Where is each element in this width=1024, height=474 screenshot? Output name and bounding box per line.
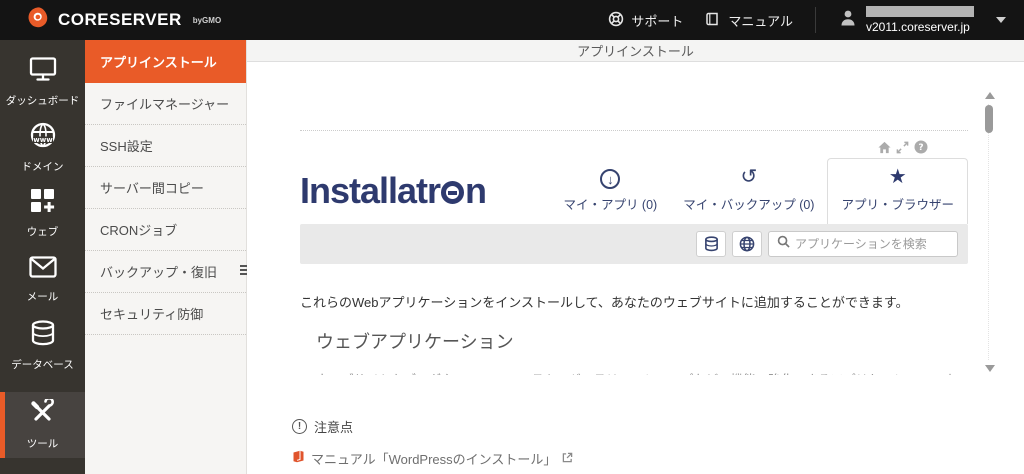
sidebar-item-domain[interactable]: www ドメイン (0, 114, 85, 180)
submenu-item-ssh[interactable]: SSH設定 (85, 125, 246, 167)
dashboard-monitor-icon (28, 55, 58, 88)
installatron-logo-o (441, 181, 465, 204)
brand-suffix: byGMO (192, 15, 222, 25)
installatron-tabs: ↓ マイ・アプリ (0) ↺ マイ・バックアップ (0) ★ アプリ・ブラウザー (550, 158, 968, 224)
scrollbar-track[interactable] (988, 104, 990, 360)
sidebar-item-web[interactable]: ウェブ (0, 180, 85, 246)
support-menu[interactable]: サポート (608, 11, 683, 30)
mail-envelope-icon (28, 255, 58, 284)
topbar-divider (815, 7, 816, 33)
app-browser-toolbar (300, 224, 968, 264)
scroll-up-arrow[interactable] (984, 92, 995, 99)
app-search-box (768, 231, 958, 257)
sidebar-item-label: メール (26, 290, 59, 303)
fullscreen-icon[interactable] (896, 141, 909, 154)
download-circle-icon: ↓ (600, 169, 621, 189)
home-icon[interactable] (878, 141, 891, 154)
scrollbar-thumb[interactable] (985, 105, 993, 133)
icon-sidebar: ダッシュボード www ドメイン ウェブ メール データベース ツール (0, 40, 85, 474)
sidebar-item-label: ドメイン (21, 160, 64, 173)
notes-title: 注意点 (314, 420, 354, 435)
search-icon (777, 235, 790, 253)
tools-submenu: アプリインストール ファイルマネージャー SSH設定 サーバー間コピー CRON… (85, 40, 252, 474)
svg-text:www: www (33, 136, 53, 144)
web-grid-plus-icon (29, 187, 56, 219)
book-icon (705, 11, 721, 30)
iframe-scrollbar[interactable] (984, 92, 995, 372)
submenu-item-file-manager[interactable]: ファイルマネージャー (85, 83, 246, 125)
database-cylinder-icon (29, 319, 57, 352)
manual-label: マニュアル (728, 13, 793, 29)
chevron-down-icon (996, 17, 1006, 23)
brand-name: CORESERVER (58, 10, 182, 29)
sidebar-item-label: データベース (11, 358, 74, 371)
submenu-item-security[interactable]: セキュリティ防御 (85, 293, 246, 335)
account-menu[interactable]: v2011.coreserver.jp (838, 6, 1006, 34)
user-icon (838, 8, 858, 33)
account-domain: v2011.coreserver.jp (866, 20, 970, 34)
support-label: サポート (631, 13, 684, 29)
submenu-item-cron[interactable]: CRONジョブ (85, 209, 246, 251)
sidebar-item-label: ウェブ (26, 226, 59, 238)
sidebar-item-mail[interactable]: メール (0, 246, 85, 312)
database-filter-button[interactable] (696, 231, 726, 257)
manual-menu[interactable]: マニュアル (705, 11, 793, 30)
tab-my-apps[interactable]: ↓ マイ・アプリ (0) (550, 158, 670, 224)
sidebar-item-database[interactable]: データベース (0, 312, 85, 378)
submenu-item-server-copy[interactable]: サーバー間コピー (85, 167, 246, 209)
scroll-down-arrow[interactable] (984, 365, 995, 372)
manual-link-wordpress[interactable]: マニュアル「WordPressのインストール」 (292, 449, 1024, 468)
alert-icon: ! (292, 419, 307, 434)
star-icon: ★ (888, 166, 907, 188)
language-globe-button[interactable] (732, 231, 762, 257)
topbar: CORESERVER byGMO サポート マニュアル v2011.corese… (0, 0, 1024, 40)
main-content: アプリインストール ? Installatr n ↓ マイ・アプリ (0) ↺ … (247, 40, 1024, 474)
installatron-logo: Installatr n (300, 170, 487, 211)
sidebar-item-tools[interactable]: ツール (0, 392, 85, 458)
sidebar-item-dashboard[interactable]: ダッシュボード (0, 48, 85, 114)
page-title: アプリインストール (247, 40, 1024, 62)
installatron-widget: ? Installatr n ↓ マイ・アプリ (0) ↺ マイ・バックアップ (… (300, 130, 968, 375)
submenu-item-app-install[interactable]: アプリインストール (85, 40, 246, 83)
coreserver-logo-icon (26, 6, 49, 34)
redacted-username (866, 6, 974, 17)
svg-text:?: ? (918, 143, 923, 153)
globe-www-icon: www (29, 121, 57, 154)
sidebar-item-label: ツール (26, 438, 59, 450)
red-book-icon (292, 450, 305, 468)
help-icon[interactable]: ? (914, 140, 928, 154)
coreserver-brand[interactable]: CORESERVER byGMO (26, 6, 221, 34)
lifebuoy-icon (608, 11, 624, 30)
crossed-tools-icon (29, 397, 56, 431)
external-link-icon (562, 450, 573, 468)
installatron-intro-text: これらのWebアプリケーションをインストールして、あなたのウェブサイトに追加する… (300, 295, 909, 310)
clipped-description-text: ウェブサイトをブログやCMS、フォーラム、ギャラリー、ショップなどの機能で強化で… (316, 369, 968, 375)
notes-section: ! 注意点 マニュアル「WordPressのインストール」 (292, 417, 1024, 474)
sidebar-item-label: ダッシュボード (5, 94, 80, 107)
submenu-item-backup[interactable]: バックアップ・復旧 (85, 251, 246, 293)
web-applications-heading: ウェブアプリケーション (316, 332, 514, 352)
history-clock-icon: ↺ (740, 166, 758, 188)
tab-my-backups[interactable]: ↺ マイ・バックアップ (0) (670, 158, 827, 224)
app-search-input[interactable] (795, 237, 950, 251)
tab-app-browser[interactable]: ★ アプリ・ブラウザー (827, 158, 968, 224)
